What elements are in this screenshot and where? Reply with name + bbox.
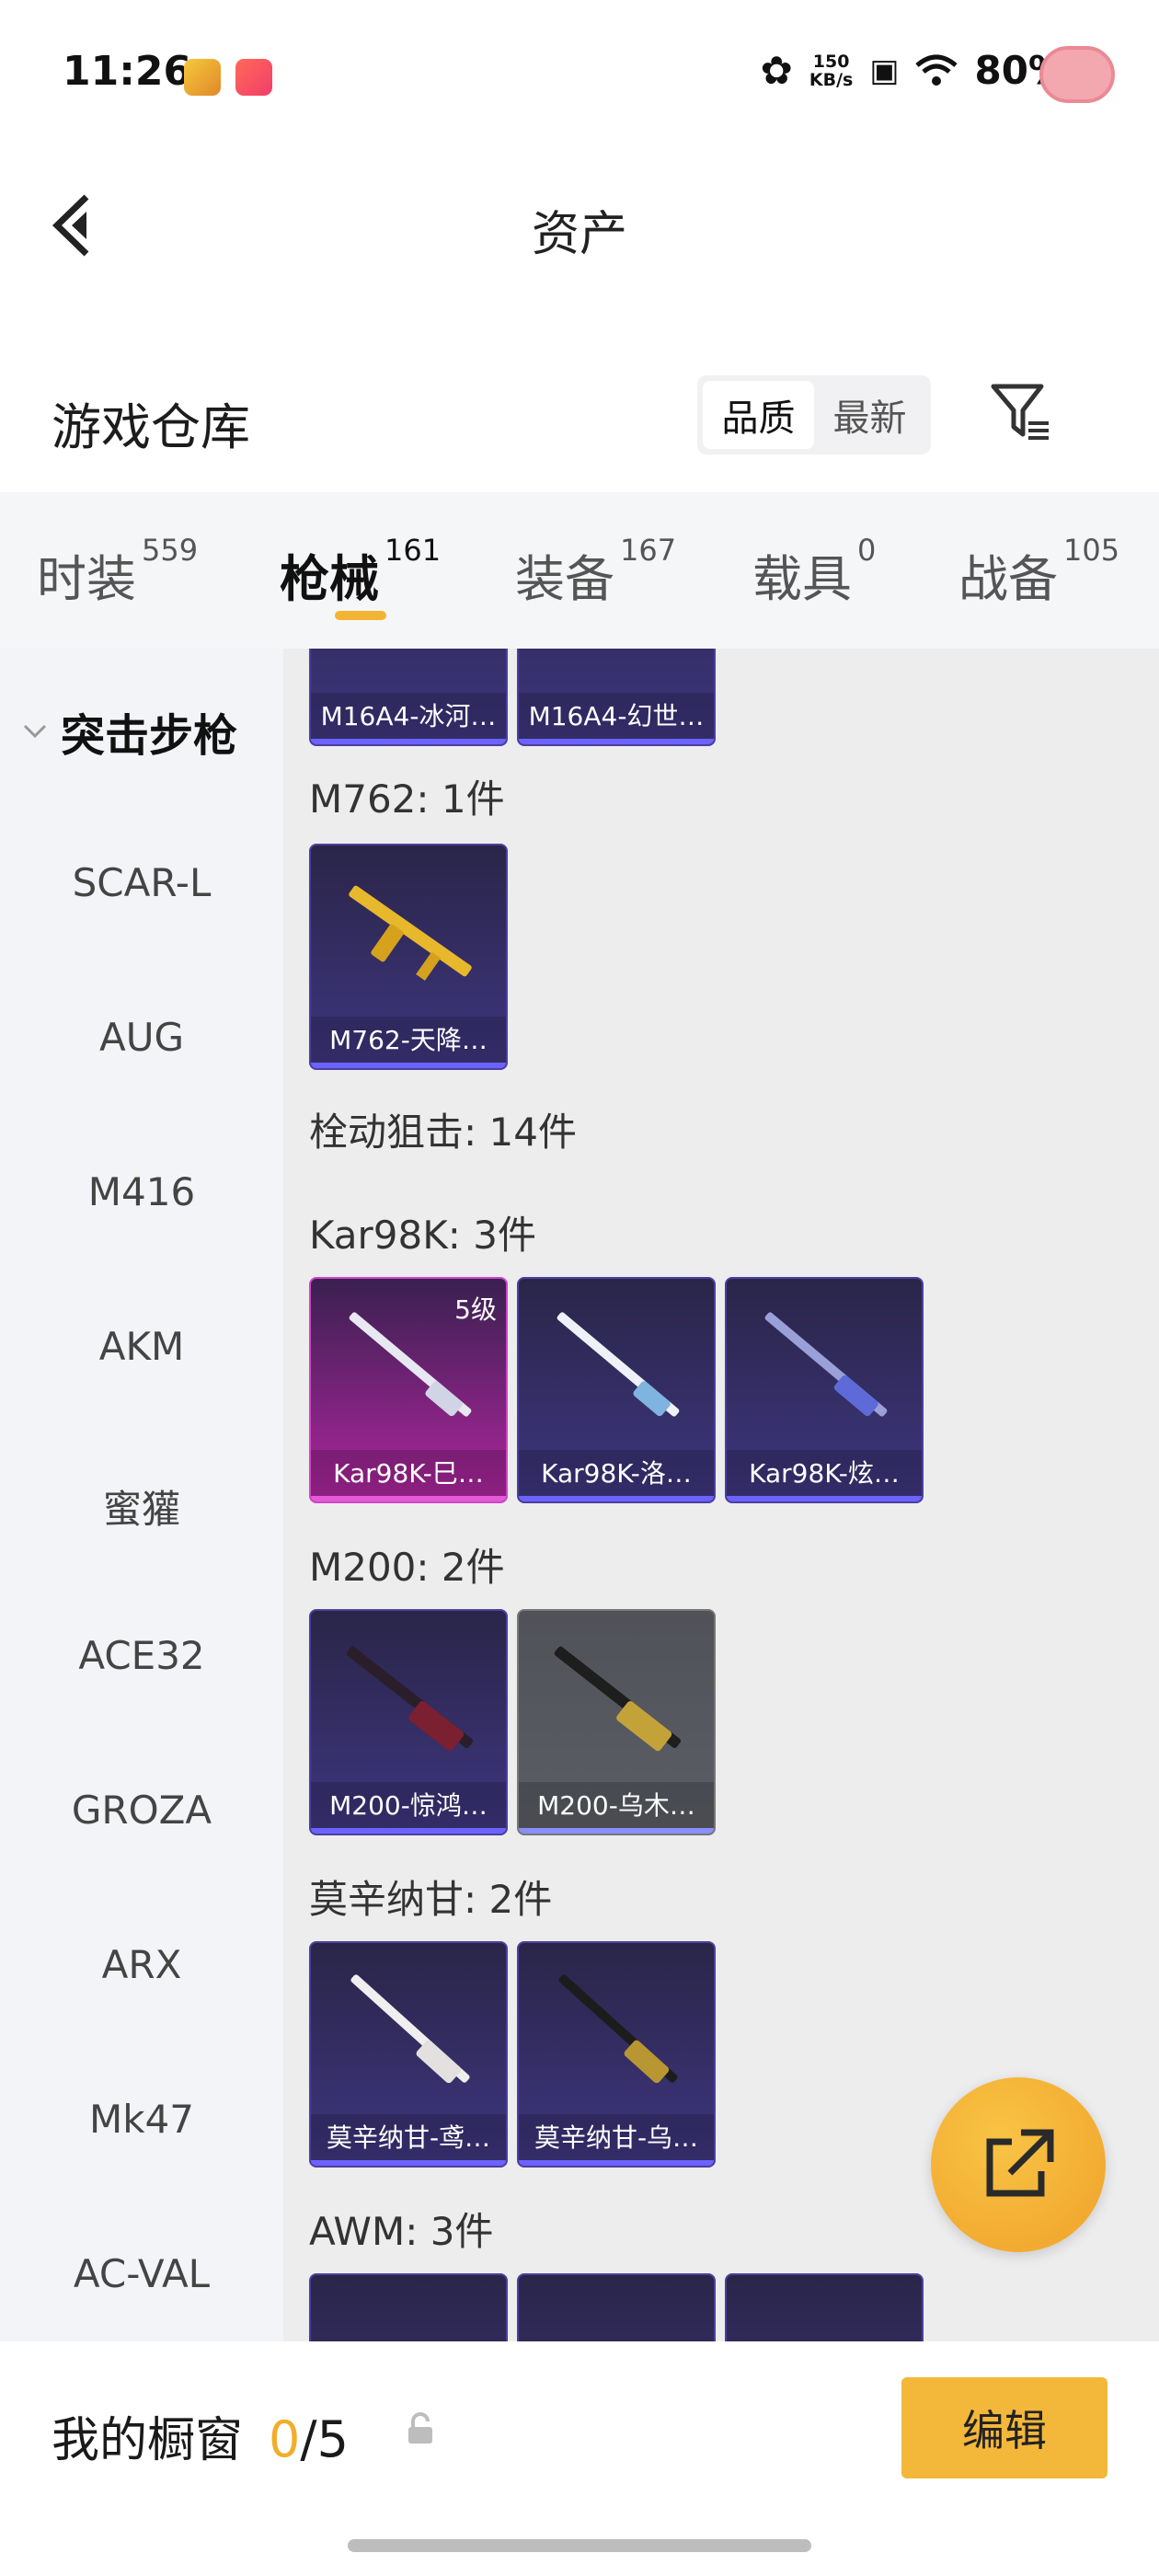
network-speed: 150 KB/s xyxy=(809,51,854,90)
sidebar-item-m416[interactable]: M416 xyxy=(0,1169,283,1214)
weapon-card[interactable]: M16A4-幻世… xyxy=(517,649,716,746)
sidebar-item-arx[interactable]: ARX xyxy=(0,1942,283,1987)
app-icon-1 xyxy=(184,59,221,96)
sort-toggle[interactable]: 品质 最新 xyxy=(697,375,931,454)
weapon-card[interactable]: 莫辛纳甘-乌… xyxy=(517,1941,716,2168)
share-icon xyxy=(986,2129,1054,2197)
sniper-rifle-icon xyxy=(557,1312,680,1417)
weapon-card[interactable]: Kar98K-炫… xyxy=(725,1277,924,1503)
sidebar-item-scar-l[interactable]: SCAR-L xyxy=(0,860,283,905)
group-header-m200: M200: 2件 xyxy=(309,1545,505,1590)
rifle-icon xyxy=(349,885,472,981)
tab-vehicles[interactable]: 载具 0 xyxy=(752,533,876,611)
weapon-level-badge: 5级 xyxy=(454,1294,497,1325)
weapon-card[interactable] xyxy=(309,2273,508,2341)
edit-button[interactable]: 编辑 xyxy=(901,2377,1107,2478)
status-right: ✿ 150 KB/s ▣ 80% xyxy=(761,48,1067,93)
weapon-card-name: 莫辛纳甘-乌… xyxy=(519,2114,714,2166)
weapon-card[interactable] xyxy=(725,2273,924,2341)
tab-equipment[interactable]: 装备 167 xyxy=(515,533,676,611)
sidebar-item-ac-val[interactable]: AC-VAL xyxy=(0,2251,283,2296)
tab-fashion[interactable]: 时装 559 xyxy=(37,533,198,611)
weapon-card-name: M16A4-幻世… xyxy=(519,693,714,744)
weapon-card[interactable]: M200-惊鸿… xyxy=(309,1609,508,1835)
weapon-card-name: M200-乌木… xyxy=(519,1782,714,1834)
chevron-down-icon xyxy=(23,724,47,739)
weapon-card-name: M762-天降… xyxy=(311,1017,506,1068)
sidebar-item-akm[interactable]: AKM xyxy=(0,1324,283,1369)
weapon-card[interactable] xyxy=(517,2273,716,2341)
weapon-card-name: Kar98K-洛… xyxy=(519,1450,714,1501)
lock-icon xyxy=(408,2412,432,2444)
section-title: 游戏仓库 xyxy=(52,398,250,456)
sniper-rifle-icon xyxy=(764,1312,888,1417)
page-title: 资产 xyxy=(531,207,627,262)
sim-icon: ▣ xyxy=(869,52,900,89)
weapon-card-name: M200-惊鸿… xyxy=(311,1782,506,1834)
sniper-rifle-icon xyxy=(350,1974,470,2084)
app-icon-2 xyxy=(235,59,272,96)
weapon-card[interactable]: Kar98K-洛… xyxy=(517,1277,716,1503)
weapon-card-name: Kar98K-巳… xyxy=(311,1450,506,1501)
group-header-bolt-action: 栓动狙击: 14件 xyxy=(309,1110,577,1155)
sidebar-item-mk47[interactable]: Mk47 xyxy=(0,2097,283,2142)
sidebar-item-aug[interactable]: AUG xyxy=(0,1015,283,1060)
sniper-rifle-icon xyxy=(558,1974,678,2084)
active-tab-indicator xyxy=(335,611,386,620)
sniper-rifle-icon xyxy=(346,1646,474,1752)
group-header-awm: AWM: 3件 xyxy=(309,2209,494,2254)
wifi-icon xyxy=(915,54,958,86)
weapon-card-name: M16A4-冰河… xyxy=(311,693,506,744)
filter-icon[interactable] xyxy=(988,379,1054,445)
sort-option-newest[interactable]: 最新 xyxy=(814,381,925,449)
weapon-card[interactable]: M16A4-冰河… xyxy=(309,649,508,746)
flower-icon: ✿ xyxy=(760,48,793,93)
group-header-kar98k: Kar98K: 3件 xyxy=(309,1213,537,1258)
weapon-card-name: Kar98K-炫… xyxy=(727,1450,922,1501)
avatar-icon[interactable] xyxy=(1039,46,1115,103)
weapon-card[interactable]: 莫辛纳甘-鸢… xyxy=(309,1941,508,2168)
showcase-count: 0/5 xyxy=(269,2410,349,2468)
showcase-label: 我的橱窗 xyxy=(52,2413,244,2468)
weapon-card[interactable]: M762-天降… xyxy=(309,844,508,1070)
weapon-card[interactable]: 5级 Kar98K-巳… xyxy=(309,1277,508,1503)
weapon-card-name: 莫辛纳甘-鸢… xyxy=(311,2114,506,2166)
sidebar-item-honey-badger[interactable]: 蜜獾 xyxy=(0,1478,283,1535)
sidebar-item-ace32[interactable]: ACE32 xyxy=(0,1633,283,1678)
weapon-card[interactable]: M200-乌木… xyxy=(517,1609,716,1835)
status-time: 11:26 xyxy=(63,48,192,95)
sidebar-item-groza[interactable]: GROZA xyxy=(0,1788,283,1833)
tab-guns[interactable]: 枪械 161 xyxy=(280,533,441,611)
showcase-info: 我的橱窗 0/5 xyxy=(52,2401,349,2470)
tab-supplies[interactable]: 战备 105 xyxy=(958,533,1119,611)
sidebar-category-assault-rifle[interactable]: 突击步枪 xyxy=(22,699,237,764)
group-header-m762: M762: 1件 xyxy=(309,776,505,822)
sort-option-quality[interactable]: 品质 xyxy=(703,381,814,449)
share-button[interactable] xyxy=(931,2077,1106,2252)
sniper-rifle-icon xyxy=(554,1646,682,1752)
group-header-mosin: 莫辛纳甘: 2件 xyxy=(309,1877,553,1922)
home-indicator[interactable] xyxy=(348,2539,811,2552)
